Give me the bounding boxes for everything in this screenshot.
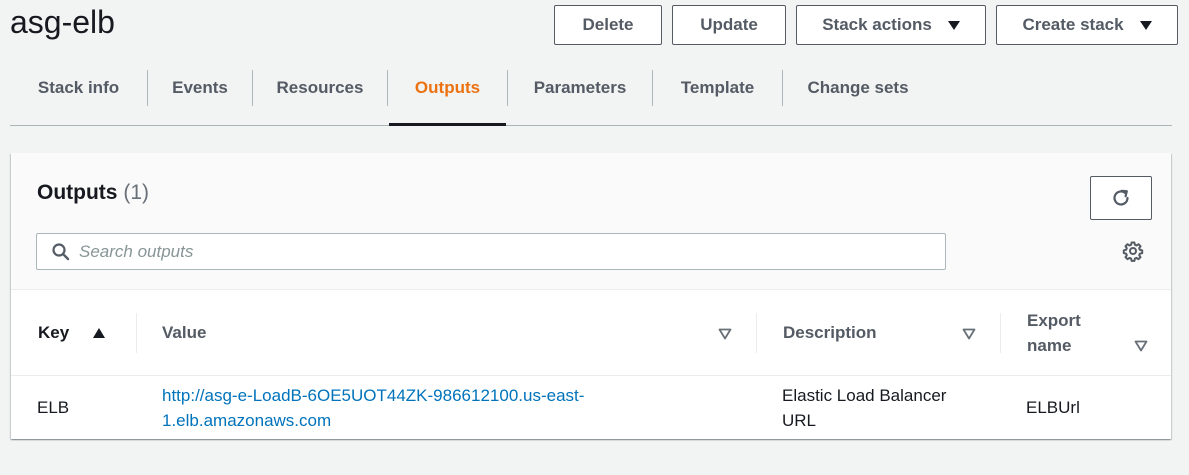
tab-outputs[interactable]: Outputs xyxy=(389,68,506,126)
tab-label: Outputs xyxy=(414,77,481,97)
outputs-count: (1) xyxy=(123,181,149,204)
tab-label: Parameters xyxy=(533,77,627,97)
tab-label: Resources xyxy=(276,77,364,97)
stack-actions-label: Stack actions xyxy=(822,15,932,34)
tab-template[interactable]: Template xyxy=(653,68,782,125)
search-field[interactable] xyxy=(36,233,946,270)
column-divider xyxy=(756,313,757,353)
cell-key: ELB xyxy=(37,398,70,417)
tab-label: Stack info xyxy=(37,77,120,97)
caret-down-icon xyxy=(947,20,960,30)
search-icon xyxy=(52,243,70,261)
tab-label: Change sets xyxy=(807,77,909,97)
search-input[interactable] xyxy=(79,234,939,269)
link-line: http://asg-e-LoadB-6OE5UOT44ZK-986612100… xyxy=(162,385,585,405)
tab-change-sets[interactable]: Change sets xyxy=(783,68,933,125)
column-header-key[interactable]: Key xyxy=(38,290,138,376)
cell-description: Elastic Load Balancer URL xyxy=(782,376,992,439)
column-header-value[interactable]: Value xyxy=(162,290,752,376)
gear-icon[interactable] xyxy=(1122,240,1144,262)
update-button[interactable]: Update xyxy=(672,5,786,45)
cloudformation-stack-page: asg-elb Delete Update Stack actions Crea… xyxy=(0,0,1189,475)
tab-resources[interactable]: Resources xyxy=(253,68,387,125)
sort-down-icon[interactable] xyxy=(1134,340,1148,352)
column-label: Value xyxy=(162,323,207,342)
cell-export-name: ELBUrl xyxy=(1026,398,1080,417)
column-label: name xyxy=(1027,336,1072,355)
column-header-description[interactable]: Description xyxy=(783,290,983,376)
output-value-link[interactable]: http://asg-e-LoadB-6OE5UOT44ZK-986612100… xyxy=(162,383,584,433)
sort-ascending-icon xyxy=(93,328,106,338)
outputs-panel-header: Outputs (1) xyxy=(11,153,1171,290)
outputs-title: Outputs xyxy=(37,181,118,204)
tab-stack-info[interactable]: Stack info xyxy=(10,68,147,125)
sort-down-icon[interactable] xyxy=(718,328,732,340)
tab-parameters[interactable]: Parameters xyxy=(508,68,652,125)
sort-down-icon[interactable] xyxy=(962,328,976,340)
outputs-panel: Outputs (1) Search outputs Key Value Des… xyxy=(11,153,1171,439)
column-label: Export xyxy=(1027,311,1081,330)
tab-divider xyxy=(387,70,388,106)
cell-value: http://asg-e-LoadB-6OE5UOT44ZK-986612100… xyxy=(162,376,752,439)
create-stack-button[interactable]: Create stack xyxy=(996,5,1178,45)
column-divider xyxy=(136,313,137,353)
tab-events[interactable]: Events xyxy=(148,68,252,125)
tab-label: Template xyxy=(680,77,755,97)
column-label: Description xyxy=(783,323,877,342)
page-title: asg-elb xyxy=(10,4,115,40)
description-line: Elastic Load Balancer xyxy=(782,385,947,405)
column-header-export-name[interactable]: Export name xyxy=(1027,290,1127,376)
column-label: Key xyxy=(38,323,70,342)
stack-tabs: Stack info Events Resources Outputs Para… xyxy=(10,68,1172,126)
stack-actions-button[interactable]: Stack actions xyxy=(796,5,986,45)
outputs-heading: Outputs (1) xyxy=(37,181,149,205)
update-button-label: Update xyxy=(700,15,758,34)
refresh-icon xyxy=(1113,189,1129,206)
description-line: URL xyxy=(782,410,817,430)
column-divider xyxy=(1000,313,1001,353)
create-stack-label: Create stack xyxy=(1022,15,1124,34)
refresh-button[interactable] xyxy=(1090,176,1152,220)
tab-label: Events xyxy=(172,77,228,97)
caret-down-icon xyxy=(1139,20,1152,30)
delete-button[interactable]: Delete xyxy=(554,5,662,45)
delete-button-label: Delete xyxy=(582,15,634,34)
link-line: 1.elb.amazonaws.com xyxy=(162,410,332,430)
